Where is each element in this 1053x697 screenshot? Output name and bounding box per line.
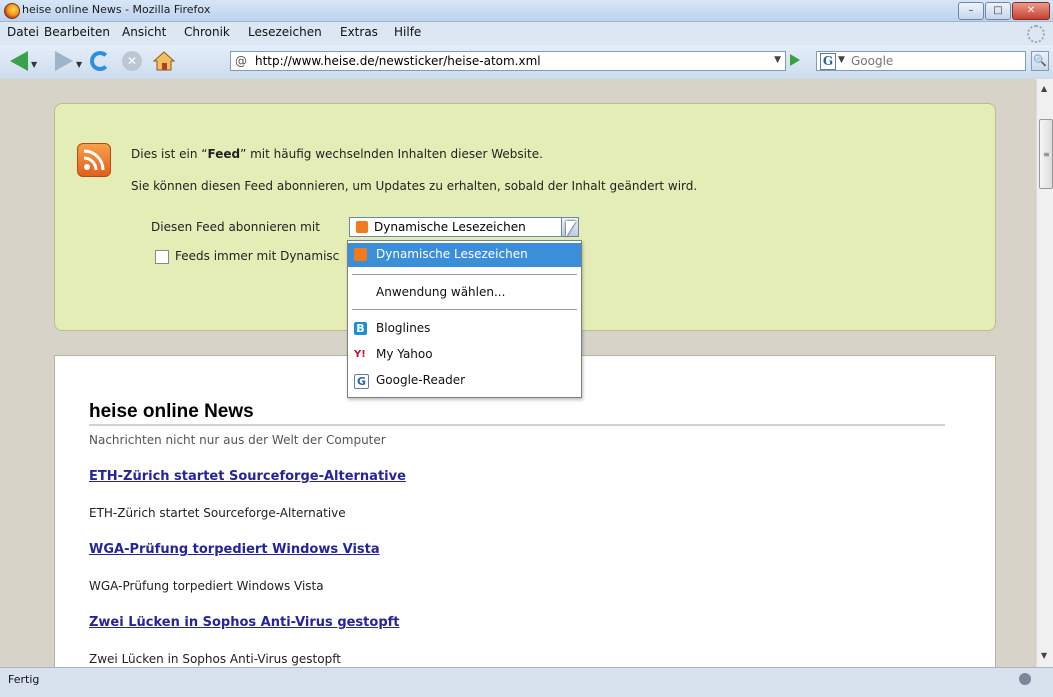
articles-section: heise online News Nachrichten nicht nur …: [54, 355, 996, 667]
site-icon: @: [235, 54, 247, 68]
browser-window: heise online News - Mozilla Firefox – □ …: [0, 0, 1053, 697]
option-label: Bloglines: [376, 321, 431, 335]
back-icon[interactable]: [10, 51, 28, 71]
close-button[interactable]: ✕: [1012, 2, 1050, 20]
dropdown-separator: [352, 309, 577, 310]
option-google-reader[interactable]: G Google-Reader: [348, 369, 581, 393]
bloglines-icon: B: [354, 322, 367, 335]
always-use-label: Feeds immer mit Dynamisc: [175, 249, 340, 263]
activity-throbber-icon: [1027, 25, 1045, 43]
minimize-button[interactable]: –: [958, 2, 984, 20]
rss-small-icon: [354, 248, 367, 261]
title-bar: heise online News - Mozilla Firefox – □ …: [0, 0, 1053, 22]
subscribe-label: Diesen Feed abonnieren mit: [151, 220, 320, 234]
forward-icon[interactable]: [55, 51, 73, 71]
feed-intro-before: Dies ist ein “: [131, 147, 208, 161]
yahoo-icon: Y!: [354, 349, 366, 360]
rss-feed-icon: [77, 143, 111, 177]
url-history-dropdown-icon[interactable]: ▼: [774, 55, 781, 65]
search-placeholder[interactable]: Google: [851, 54, 893, 68]
forward-history-dropdown-icon[interactable]: ▼: [76, 60, 82, 69]
menu-chronik[interactable]: Chronik: [184, 25, 230, 39]
feed-title: heise online News: [89, 401, 254, 422]
search-icon[interactable]: 🔍: [1031, 51, 1049, 71]
menu-hilfe[interactable]: Hilfe: [394, 25, 421, 39]
option-label: My Yahoo: [376, 347, 433, 361]
maximize-button[interactable]: □: [985, 2, 1011, 20]
scroll-up-icon[interactable]: ▲: [1041, 84, 1047, 93]
back-history-dropdown-icon[interactable]: ▼: [31, 60, 37, 69]
status-text: Fertig: [8, 673, 40, 686]
option-choose-application[interactable]: Anwendung wählen...: [348, 281, 581, 305]
feed-intro-bold: Feed: [207, 147, 241, 161]
status-icon: [1019, 673, 1031, 685]
article-link[interactable]: WGA-Prüfung torpediert Windows Vista: [89, 542, 380, 557]
home-icon[interactable]: [153, 51, 175, 71]
window-title: heise online News - Mozilla Firefox: [22, 3, 211, 16]
reader-dropdown-list: Dynamische Lesezeichen Anwendung wählen.…: [347, 240, 582, 398]
article-link[interactable]: Zwei Lücken in Sophos Anti-Virus gestopf…: [89, 615, 400, 630]
firefox-logo-icon: [4, 3, 20, 19]
option-label: Dynamische Lesezeichen: [376, 247, 528, 261]
option-my-yahoo[interactable]: Y! My Yahoo: [348, 343, 581, 367]
grip-icon: ≡: [1043, 150, 1050, 159]
engine-dropdown-icon[interactable]: ▼: [838, 55, 845, 65]
feed-intro: Dies ist ein “Feed” mit häufig wechselnd…: [131, 147, 543, 161]
mouse-cursor-icon: [566, 221, 576, 237]
url-text[interactable]: http://www.heise.de/newsticker/heise-ato…: [255, 54, 541, 68]
rss-small-icon: [356, 221, 368, 233]
scroll-down-icon[interactable]: ▼: [1041, 651, 1047, 660]
feed-subtitle: Nachrichten nicht nur aus der Welt der C…: [89, 433, 386, 447]
vertical-scrollbar[interactable]: ▲ ≡ ▼: [1036, 79, 1053, 667]
article-link[interactable]: ETH-Zürich startet Sourceforge-Alternati…: [89, 469, 406, 484]
menu-bar: Datei Bearbeiten Ansicht Chronik Lesezei…: [0, 22, 1053, 44]
subscribe-reader-select[interactable]: Dynamische Lesezeichen ▼: [349, 217, 579, 237]
option-label: Anwendung wählen...: [376, 285, 506, 299]
feed-intro-after: ” mit häufig wechselnden Inhalten dieser…: [240, 147, 543, 161]
reload-icon[interactable]: [90, 51, 110, 71]
always-use-checkbox[interactable]: [155, 250, 169, 264]
status-bar: Fertig: [0, 667, 1053, 697]
option-label: Google-Reader: [376, 373, 466, 387]
menu-bearbeiten[interactable]: Bearbeiten: [44, 25, 110, 39]
google-icon: G: [354, 374, 369, 389]
scroll-thumb[interactable]: ≡: [1039, 119, 1053, 189]
article-summary: ETH-Zürich startet Sourceforge-Alternati…: [89, 506, 346, 520]
search-box[interactable]: G ▼ Google: [816, 51, 1026, 71]
article-summary: WGA-Prüfung torpediert Windows Vista: [89, 579, 324, 593]
menu-datei[interactable]: Datei: [7, 25, 39, 39]
feed-description: Sie können diesen Feed abonnieren, um Up…: [131, 179, 698, 193]
stop-icon[interactable]: ✕: [122, 51, 142, 71]
article-summary: Zwei Lücken in Sophos Anti-Virus gestopf…: [89, 652, 341, 666]
menu-extras[interactable]: Extras: [340, 25, 378, 39]
go-icon[interactable]: [790, 54, 800, 66]
title-divider: [89, 424, 945, 426]
option-bloglines[interactable]: B Bloglines: [348, 317, 581, 341]
dropdown-separator: [352, 274, 577, 275]
option-dynamic-bookmarks[interactable]: Dynamische Lesezeichen: [348, 243, 581, 267]
google-engine-icon[interactable]: G: [820, 53, 836, 70]
menu-ansicht[interactable]: Ansicht: [122, 25, 166, 39]
menu-lesezeichen[interactable]: Lesezeichen: [248, 25, 322, 39]
address-bar[interactable]: @ http://www.heise.de/newsticker/heise-a…: [230, 51, 786, 71]
selected-reader: Dynamische Lesezeichen: [374, 220, 526, 234]
